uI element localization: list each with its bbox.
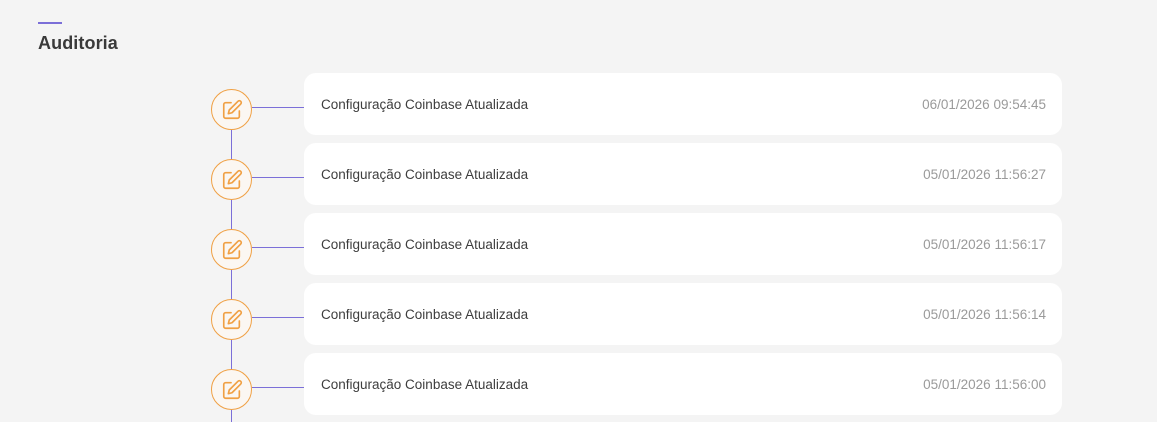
audit-timestamp: 05/01/2026 11:56:27 [923,166,1046,182]
edit-icon [211,159,252,200]
audit-page: Auditoria Configuração Coinbase Atualiza… [0,0,1157,422]
audit-timestamp: 05/01/2026 11:56:17 [923,236,1046,252]
audit-description: Configuração Coinbase Atualizada [321,96,529,112]
timeline-entry: Configuração Coinbase Atualizada 05/01/2… [0,353,1157,415]
audit-description: Configuração Coinbase Atualizada [321,236,529,252]
audit-description: Configuração Coinbase Atualizada [321,376,529,392]
audit-description: Configuração Coinbase Atualizada [321,306,529,322]
timeline-entry: Configuração Coinbase Atualizada 06/01/2… [0,73,1157,135]
audit-timestamp: 05/01/2026 11:56:14 [923,306,1046,322]
timeline-connector [252,317,304,318]
edit-icon [211,89,252,130]
edit-icon [211,299,252,340]
audit-card[interactable]: Configuração Coinbase Atualizada 05/01/2… [304,353,1062,415]
timeline-connector [252,107,304,108]
edit-icon [211,369,252,410]
audit-card[interactable]: Configuração Coinbase Atualizada 05/01/2… [304,213,1062,275]
audit-card[interactable]: Configuração Coinbase Atualizada 05/01/2… [304,143,1062,205]
audit-timestamp: 05/01/2026 11:56:00 [923,376,1046,392]
timeline-connector [252,177,304,178]
timeline-entry: Configuração Coinbase Atualizada 05/01/2… [0,143,1157,205]
timeline-entry: Configuração Coinbase Atualizada 05/01/2… [0,213,1157,275]
timeline-connector [252,387,304,388]
audit-timestamp: 06/01/2026 09:54:45 [922,96,1046,112]
audit-description: Configuração Coinbase Atualizada [321,166,529,182]
audit-card[interactable]: Configuração Coinbase Atualizada 06/01/2… [304,73,1062,135]
timeline-entry: Configuração Coinbase Atualizada 05/01/2… [0,283,1157,345]
edit-icon [211,229,252,270]
audit-card[interactable]: Configuração Coinbase Atualizada 05/01/2… [304,283,1062,345]
audit-timeline: Configuração Coinbase Atualizada 06/01/2… [0,0,1157,422]
timeline-connector [252,247,304,248]
